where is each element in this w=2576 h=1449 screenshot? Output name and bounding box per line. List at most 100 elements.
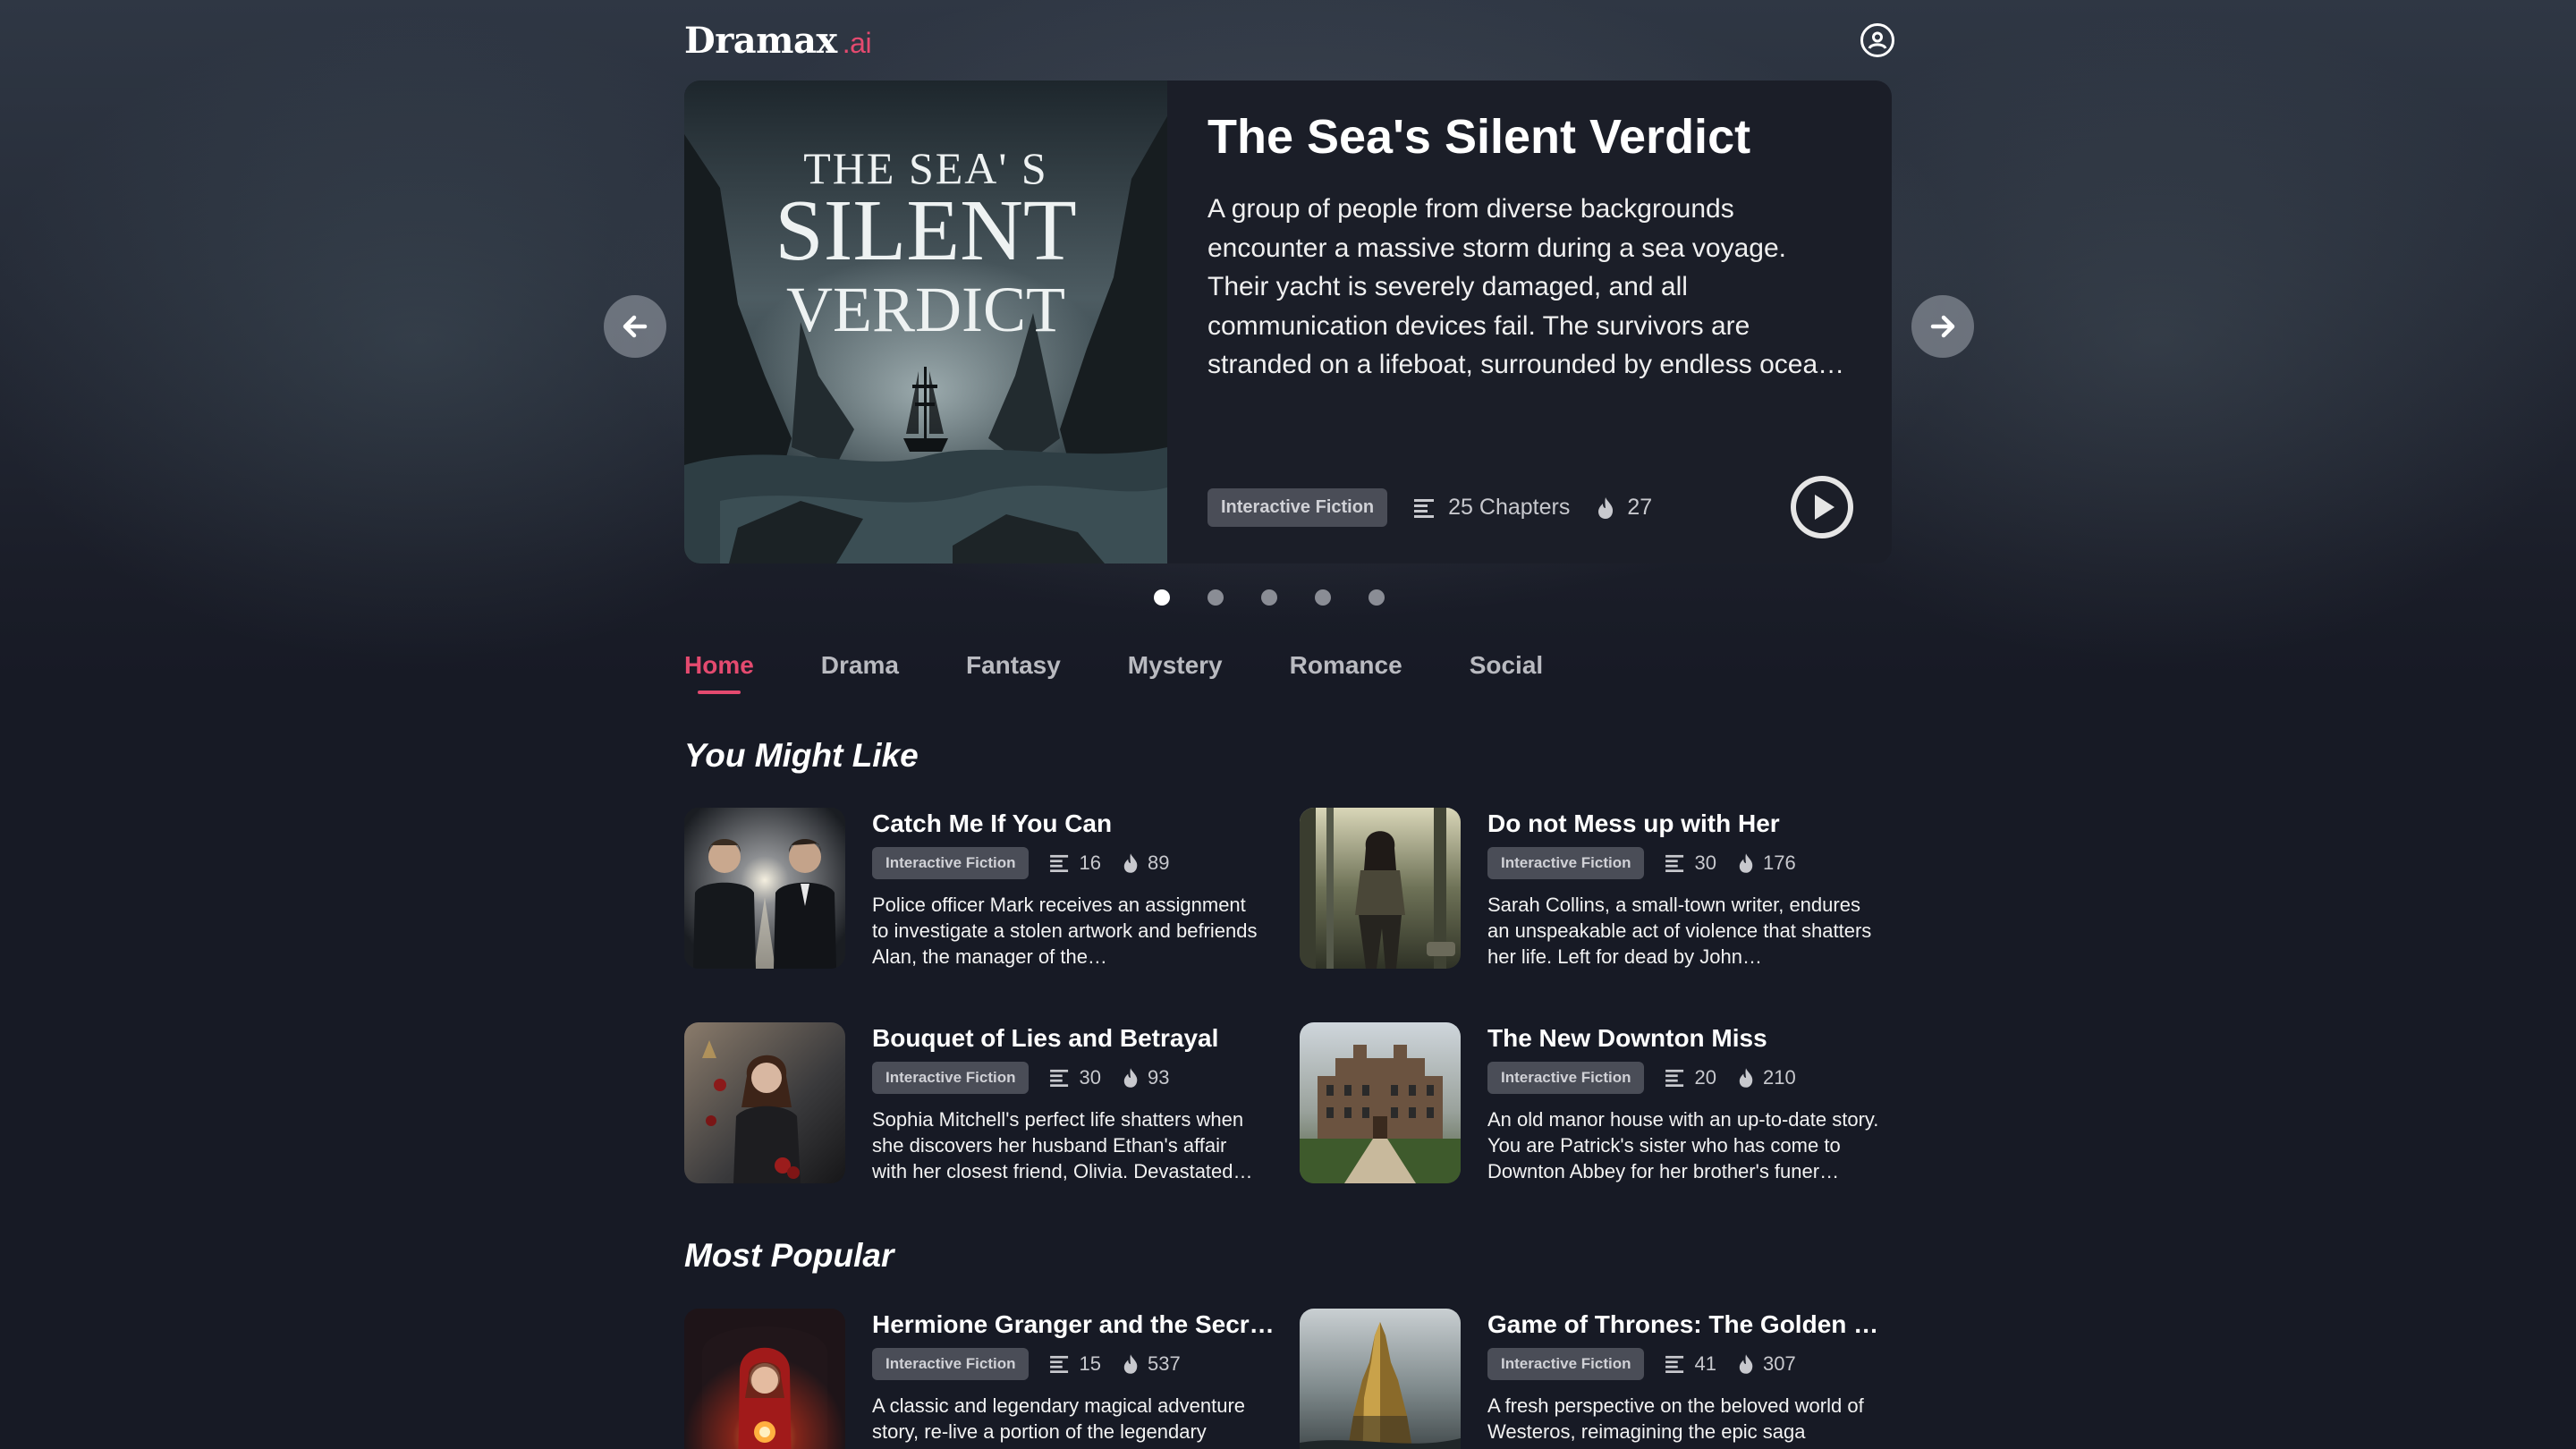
flame-icon [1739, 853, 1753, 873]
story-card[interactable]: Bouquet of Lies and Betrayal Interactive… [684, 1022, 1275, 1183]
chapters-list-icon [1414, 498, 1435, 518]
story-card[interactable]: Hermione Granger and the Secr… Interacti… [684, 1309, 1275, 1449]
logo[interactable]: Dramax .ai [684, 20, 872, 62]
chapters-count: 41 [1694, 1352, 1716, 1375]
story-card[interactable]: Do not Mess up with Her Interactive Fict… [1300, 808, 1890, 969]
chapters-count: 16 [1079, 852, 1101, 874]
story-title[interactable]: Hermione Granger and the Secr… [872, 1309, 1275, 1341]
story-thumbnail[interactable] [684, 808, 845, 969]
hero-chapters-count: 25 Chapters [1448, 495, 1571, 520]
chapters-count: 30 [1694, 852, 1716, 874]
chapters-list-icon [1665, 1069, 1684, 1087]
hero-plays-count: 27 [1627, 495, 1653, 520]
story-meta: Interactive Fiction 16 89 [872, 847, 1169, 879]
hero-genre-tag: Interactive Fiction [1208, 488, 1388, 527]
tab-mystery[interactable]: Mystery [1128, 651, 1223, 694]
carousel-dot-1[interactable] [1154, 589, 1170, 606]
genre-tag: Interactive Fiction [1487, 1062, 1645, 1094]
story-title[interactable]: Do not Mess up with Her [1487, 808, 1890, 840]
story-description: Sarah Collins, a small-town writer, endu… [1487, 894, 1872, 968]
story-title[interactable]: Catch Me If You Can [872, 808, 1275, 840]
user-account-button[interactable] [1860, 23, 1894, 57]
story-description: Sophia Mitchell's perfect life shatters … [872, 1108, 1253, 1182]
tab-fantasy[interactable]: Fantasy [966, 651, 1061, 694]
carousel-dot-4[interactable] [1315, 589, 1331, 606]
story-thumbnail[interactable] [1300, 1309, 1461, 1449]
story-thumbnail[interactable] [1300, 808, 1461, 969]
chapters: 41 [1665, 1352, 1716, 1376]
hero-chapters: 25 Chapters [1414, 495, 1570, 521]
cover-text-line3: VERDICT [786, 274, 1065, 345]
plays-count: 176 [1762, 852, 1796, 874]
hero-card[interactable]: THE SEA' S SILENT VERDICT The Sea's Sile… [684, 80, 1892, 564]
tab-romance[interactable]: Romance [1290, 651, 1402, 694]
hero-description: A group of people from diverse backgroun… [1208, 194, 1845, 379]
flame-icon [1598, 496, 1614, 519]
chapters: 20 [1665, 1066, 1716, 1089]
carousel-dot-2[interactable] [1208, 589, 1224, 606]
carousel-dots [1154, 589, 1422, 606]
genre-tag: Interactive Fiction [872, 1062, 1030, 1094]
chapters: 30 [1665, 852, 1716, 875]
plays-count: 93 [1147, 1066, 1170, 1089]
chapters-list-icon [1050, 1069, 1069, 1087]
genre-tag: Interactive Fiction [1487, 847, 1645, 879]
arrow-right-icon [1930, 315, 1955, 338]
hero-play-button[interactable] [1791, 476, 1853, 538]
story-meta: Interactive Fiction 30 176 [1487, 847, 1796, 879]
story-card[interactable]: Game of Thrones: The Golden … Interactiv… [1300, 1309, 1890, 1449]
plays-count: 307 [1762, 1352, 1796, 1375]
chapters-count: 30 [1079, 1066, 1101, 1089]
plays-count: 210 [1762, 1066, 1796, 1089]
story-thumbnail[interactable] [1300, 1022, 1461, 1183]
flame-icon [1123, 853, 1138, 873]
story-description: A classic and legendary magical adventur… [872, 1394, 1246, 1443]
chapters: 30 [1050, 1066, 1101, 1089]
carousel-dot-5[interactable] [1368, 589, 1385, 606]
hero-cover-image[interactable]: THE SEA' S SILENT VERDICT [684, 80, 1167, 564]
chapters-count: 20 [1694, 1066, 1716, 1089]
plays-count: 89 [1147, 852, 1170, 874]
flame-icon [1123, 1068, 1138, 1088]
story-meta: Interactive Fiction 15 537 [872, 1348, 1181, 1380]
story-meta: Interactive Fiction 41 307 [1487, 1348, 1796, 1380]
story-thumbnail[interactable] [684, 1022, 845, 1183]
story-card[interactable]: The New Downton Miss Interactive Fiction… [1300, 1022, 1890, 1183]
plays: 537 [1123, 1352, 1181, 1376]
hero-title[interactable]: The Sea's Silent Verdict [1208, 109, 1750, 165]
carousel-prev-button[interactable] [604, 295, 666, 358]
logo-text: Dramax [684, 20, 837, 62]
genre-tag: Interactive Fiction [872, 847, 1030, 879]
story-meta: Interactive Fiction 20 210 [1487, 1062, 1796, 1094]
tab-drama[interactable]: Drama [821, 651, 899, 694]
hero-meta: Interactive Fiction 25 Chapters 27 [1208, 488, 1652, 527]
carousel-next-button[interactable] [1911, 295, 1974, 358]
user-circle-icon [1868, 31, 1887, 49]
chapters-list-icon [1665, 1355, 1684, 1373]
flame-icon [1123, 1354, 1138, 1374]
chapters: 16 [1050, 852, 1101, 875]
genre-tag: Interactive Fiction [1487, 1348, 1645, 1380]
carousel-dot-3[interactable] [1261, 589, 1277, 606]
chapters: 15 [1050, 1352, 1101, 1376]
genre-tag: Interactive Fiction [872, 1348, 1030, 1380]
flame-icon [1739, 1068, 1753, 1088]
story-card[interactable]: Catch Me If You Can Interactive Fiction … [684, 808, 1275, 969]
play-icon [1796, 481, 1848, 533]
page: Dramax .ai THE SEA' S SILENT VERDICT The… [0, 0, 2576, 1449]
plays: 307 [1738, 1352, 1796, 1376]
plays: 93 [1123, 1066, 1169, 1089]
tab-home[interactable]: Home [684, 651, 754, 694]
chapters-list-icon [1665, 854, 1684, 872]
tab-social[interactable]: Social [1470, 651, 1543, 694]
story-description: Police officer Mark receives an assignme… [872, 894, 1258, 968]
chapters-list-icon [1050, 1355, 1069, 1373]
story-thumbnail[interactable] [684, 1309, 845, 1449]
story-title[interactable]: The New Downton Miss [1487, 1022, 1890, 1055]
story-title[interactable]: Game of Thrones: The Golden … [1487, 1309, 1890, 1341]
story-description: An old manor house with an up-to-date st… [1487, 1108, 1879, 1182]
story-title[interactable]: Bouquet of Lies and Betrayal [872, 1022, 1275, 1055]
flame-icon [1739, 1354, 1753, 1374]
plays-count: 537 [1147, 1352, 1181, 1375]
plays: 89 [1123, 852, 1169, 875]
